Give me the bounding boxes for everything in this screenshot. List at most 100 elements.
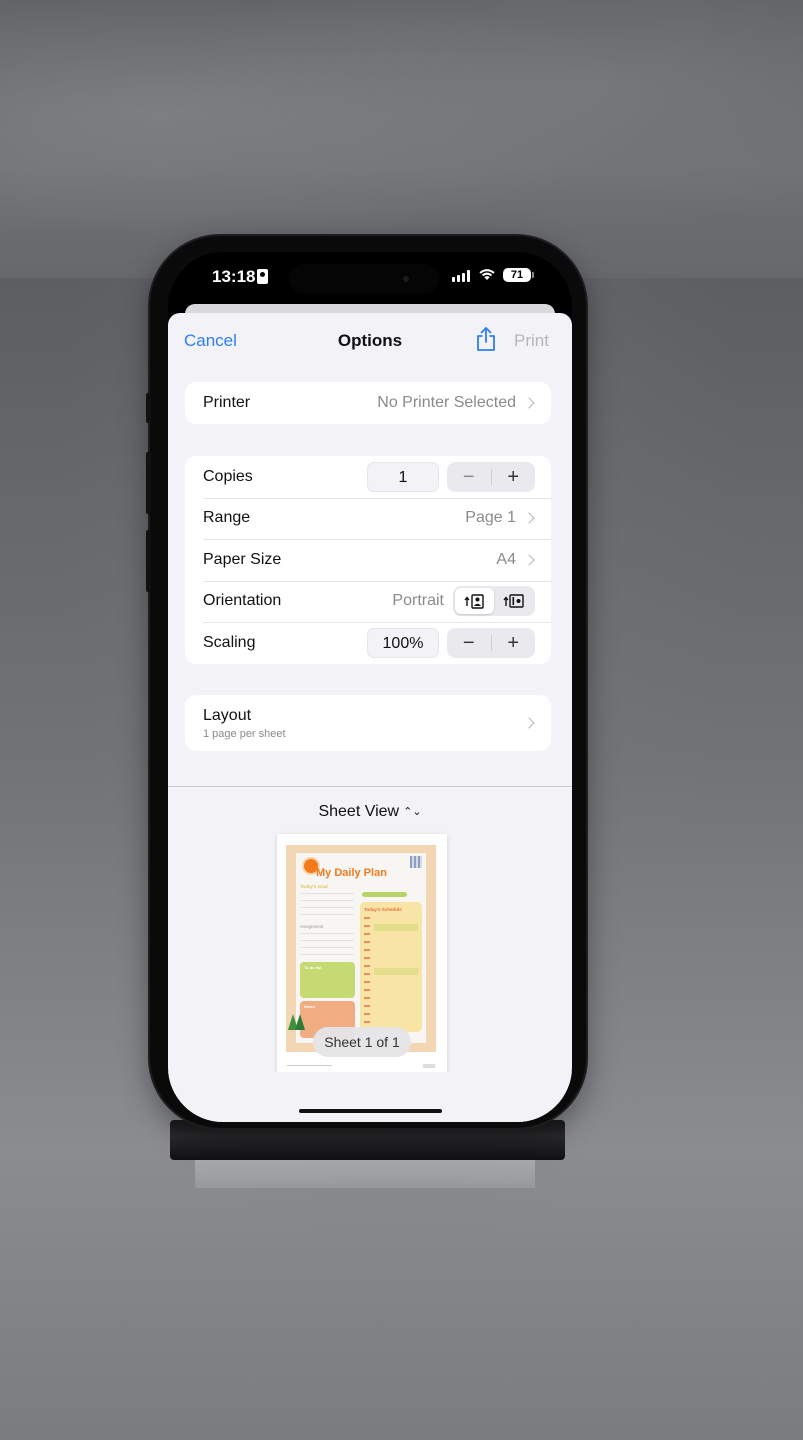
- preview-page-content: My Daily Plan Today's Goal Assignment To…: [296, 853, 426, 1043]
- layout-group: Layout 1 page per sheet: [185, 695, 551, 751]
- copies-decrement-button[interactable]: −: [447, 462, 491, 492]
- print-settings-group: Copies 1 − + Range Page 1 Paper Size A4 …: [185, 456, 551, 664]
- print-button[interactable]: Print: [514, 331, 549, 351]
- preview-time-mark: [364, 957, 370, 959]
- preview-time-mark: [364, 1021, 370, 1023]
- layout-row[interactable]: Layout 1 page per sheet: [185, 695, 551, 751]
- copies-stepper: − +: [447, 461, 536, 492]
- sheet-counter-badge: Sheet 1 of 1: [313, 1027, 411, 1057]
- landscape-icon: [502, 594, 524, 608]
- qr-code-icon: [410, 856, 422, 868]
- scaling-stepper: − +: [447, 627, 536, 658]
- preview-time-mark: [364, 941, 370, 943]
- camera-icon: [403, 276, 409, 282]
- preview-todo-label: To do list: [304, 965, 322, 970]
- preview-line: [300, 954, 354, 955]
- preview-time-mark: [364, 949, 370, 951]
- status-bar: 13:18 71: [168, 252, 572, 302]
- home-indicator[interactable]: [299, 1109, 442, 1113]
- scaling-decrement-button[interactable]: −: [447, 628, 491, 658]
- range-row[interactable]: Range Page 1: [185, 497, 551, 540]
- preview-notes-label: Notes: [304, 1004, 316, 1009]
- nav-bar: Cancel Options Print: [168, 313, 572, 369]
- preview-time-mark: [364, 965, 370, 967]
- preview-assignment-label: Assignment: [300, 924, 324, 929]
- sheet-view-menu[interactable]: Sheet View ⌃⌄: [168, 803, 572, 821]
- portrait-button[interactable]: [455, 588, 494, 615]
- orientation-row: Orientation Portrait: [185, 580, 551, 623]
- paper-size-row[interactable]: Paper Size A4: [185, 539, 551, 581]
- scaling-field[interactable]: 100%: [367, 627, 439, 658]
- orientation-segmented-control: [453, 586, 535, 617]
- preview-dotted-block: [374, 968, 418, 975]
- preview-document-title: My Daily Plan: [316, 867, 387, 879]
- stand-reflection: [195, 1158, 535, 1188]
- preview-footer-note: [423, 1064, 435, 1068]
- portrait-icon: [463, 594, 484, 609]
- printer-group: Printer No Printer Selected: [185, 382, 551, 424]
- chevron-up-down-icon: ⌃⌄: [403, 806, 422, 818]
- preview-time-mark: [364, 917, 370, 919]
- landscape-button[interactable]: [494, 588, 533, 614]
- chevron-right-icon: [523, 397, 535, 409]
- copies-label: Copies: [203, 467, 253, 485]
- preview-line: [300, 893, 354, 894]
- preview-date-bar: [362, 892, 407, 897]
- preview-line: [300, 914, 354, 915]
- paper-size-label: Paper Size: [203, 550, 282, 568]
- phone-screen: 13:18 71 Cancel Options Print Printer No…: [168, 252, 572, 1122]
- preview-line: [300, 947, 354, 948]
- scaling-label: Scaling: [203, 633, 256, 651]
- paper-size-value: A4: [496, 550, 516, 568]
- status-time: 13:18: [212, 267, 256, 286]
- range-value: Page 1: [465, 509, 516, 527]
- dynamic-island: [289, 264, 439, 294]
- battery-icon: 71: [503, 268, 534, 282]
- tree-icon: [295, 1014, 305, 1030]
- chevron-right-icon: [523, 554, 535, 566]
- preview-todo-box: To do list: [300, 962, 355, 998]
- printer-row[interactable]: Printer No Printer Selected: [185, 382, 551, 424]
- share-icon[interactable]: [475, 326, 497, 352]
- preview-time-mark: [364, 989, 370, 991]
- focus-mode-icon: [257, 269, 268, 284]
- layout-title: Layout: [203, 706, 252, 724]
- action-button: [146, 393, 151, 423]
- preview-page-border: My Daily Plan Today's Goal Assignment To…: [286, 845, 436, 1052]
- preview-line: [300, 907, 354, 908]
- preview-goal-label: Today's Goal: [300, 884, 328, 889]
- copies-increment-button[interactable]: +: [492, 462, 536, 492]
- preview-time-mark: [364, 997, 370, 999]
- orientation-label: Orientation: [203, 592, 282, 610]
- chevron-right-icon: [523, 512, 535, 524]
- copies-row: Copies 1 − +: [185, 456, 551, 498]
- preview-dotted-block: [374, 924, 418, 931]
- printer-label: Printer: [203, 393, 251, 411]
- cellular-signal-icon: [452, 270, 472, 282]
- orientation-value: Portrait: [392, 592, 444, 610]
- preview-time-mark: [364, 925, 370, 927]
- section-divider: [168, 786, 572, 787]
- preview-time-mark: [364, 1005, 370, 1007]
- print-options-sheet: Cancel Options Print Printer No Printer …: [168, 313, 572, 1122]
- preview-line: [300, 933, 354, 934]
- layout-subtitle: 1 page per sheet: [203, 727, 286, 740]
- volume-down-button: [146, 530, 151, 592]
- preview-time-mark: [364, 981, 370, 983]
- preview-time-mark: [364, 933, 370, 935]
- preview-time-mark: [364, 1013, 370, 1015]
- copies-field[interactable]: 1: [367, 461, 439, 492]
- preview-footer-text: [287, 1065, 332, 1066]
- scaling-increment-button[interactable]: +: [492, 628, 536, 658]
- volume-up-button: [146, 452, 151, 514]
- preview-schedule-box: Today's Schedule: [360, 902, 422, 1032]
- scaling-row: Scaling 100% − +: [185, 622, 551, 664]
- screen-bottom-area: [168, 1072, 572, 1122]
- printer-value: No Printer Selected: [377, 393, 516, 411]
- layout-text: Layout 1 page per sheet: [203, 707, 516, 740]
- chevron-right-icon: [523, 717, 535, 729]
- wifi-icon: [479, 269, 495, 280]
- sheet-view-label: Sheet View: [318, 803, 400, 820]
- page-title: Options: [337, 331, 403, 350]
- range-label: Range: [203, 509, 251, 527]
